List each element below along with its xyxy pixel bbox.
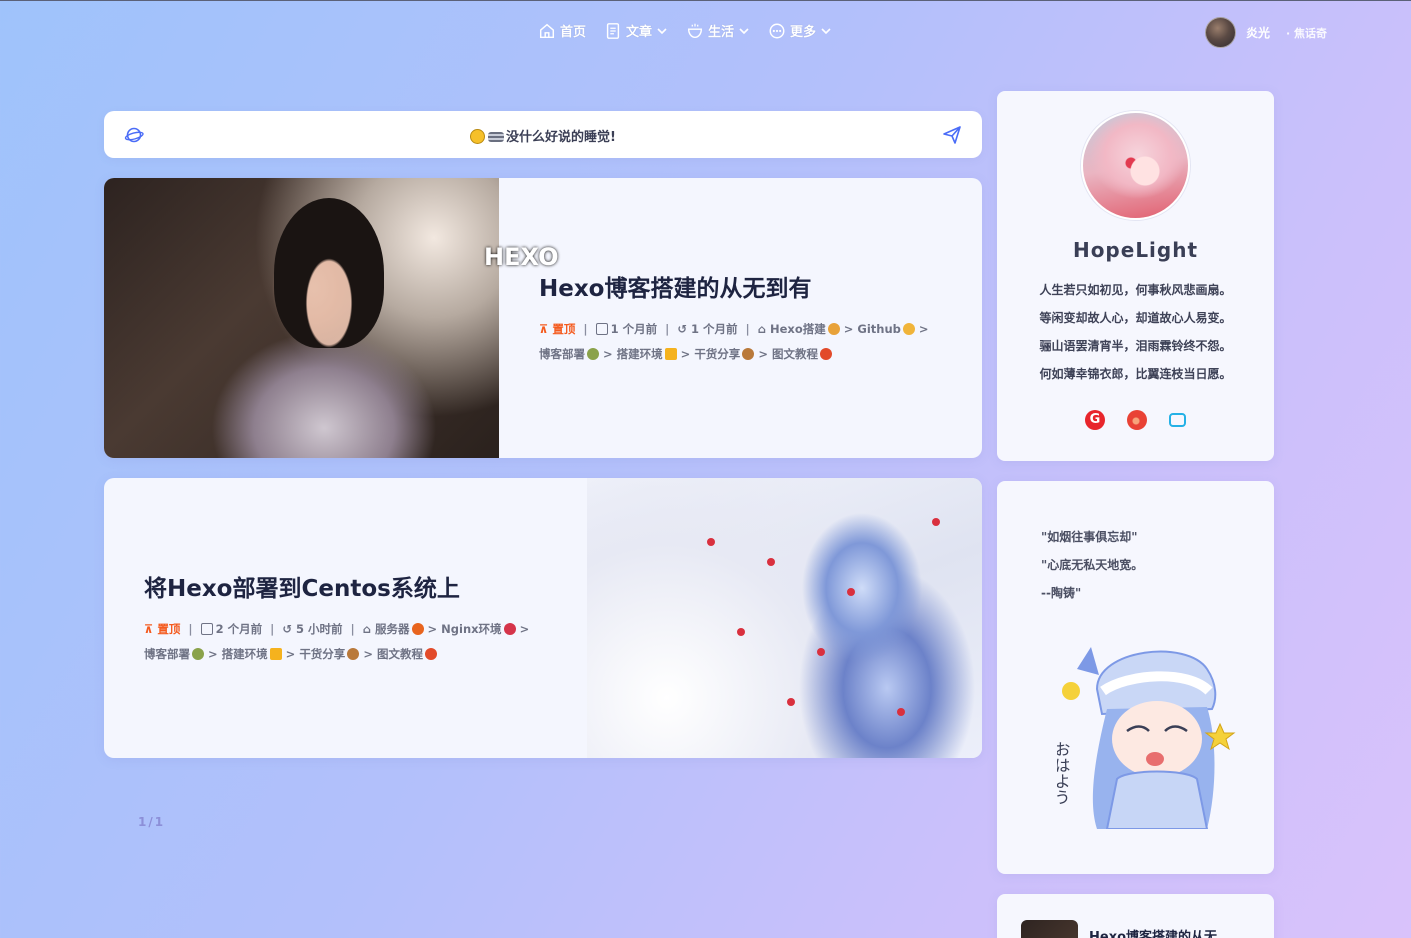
tag-link[interactable]: 图文教程 <box>772 347 818 361</box>
social-links <box>997 410 1274 430</box>
nav-item-life[interactable]: 生活 <box>686 21 750 40</box>
tag-link[interactable]: 干货分享 <box>299 647 345 661</box>
nav-menu: 首页 文章 生活 更多 <box>538 21 832 40</box>
author-name: HopeLight <box>1072 238 1199 262</box>
post-title[interactable]: 将Hexo部署到Centos系统上 <box>144 569 554 603</box>
shuoshuo-label: 没什么好说的睡觉! <box>506 130 616 145</box>
zzz-icon <box>488 132 505 142</box>
nav-item-articles[interactable]: 文章 <box>604 21 668 40</box>
calendar-icon <box>595 323 608 335</box>
nav-item-label: 更多 <box>790 25 817 40</box>
nav-item-more[interactable]: 更多 <box>768 21 832 40</box>
top-navbar: 首页 文章 生活 更多 炎光 · 焦话奇 <box>0 0 1411 62</box>
created-date: 1 个月前 <box>610 322 658 336</box>
shuoshuo-bar[interactable]: 没什么好说的睡觉! <box>104 111 982 158</box>
nav-item-home[interactable]: 首页 <box>538 21 586 40</box>
avatar[interactable] <box>1205 17 1236 48</box>
potato-icon <box>742 348 755 360</box>
post-info: Hexo博客搭建的从无到有 ⊼ 置顶 | 1 个月前 | ↺ 1 个月前 | ⌂… <box>539 178 949 458</box>
nav-user[interactable]: 炎光 · 焦话奇 <box>1205 17 1327 48</box>
author-card: HopeLight 人生若只如初见，何事秋风悲画扇。 等闲变却故人心，却道故心人… <box>997 91 1274 461</box>
nav-item-label: 生活 <box>708 25 735 40</box>
tag-link[interactable]: 搭建环境 <box>222 647 268 661</box>
folder-icon: ⌂ <box>757 322 766 336</box>
gitee-icon[interactable] <box>1085 410 1105 430</box>
quote-line: "心底无私天地宽。 <box>1041 558 1144 572</box>
chevron-down-icon <box>739 27 749 34</box>
chibi-girl-sticker: おはよう <box>1057 647 1236 829</box>
pepper-icon <box>902 323 915 335</box>
nav-item-label: 首页 <box>560 25 587 40</box>
meat-icon <box>503 623 516 635</box>
pin-icon: ⊼ <box>539 322 549 336</box>
mango-icon <box>192 648 204 660</box>
send-icon[interactable] <box>942 125 962 145</box>
cover-overlay-text: HEXO <box>484 243 559 271</box>
home-icon <box>539 23 555 38</box>
post-meta: ⊼ 置顶 | 1 个月前 | ↺ 1 个月前 | ⌂ Hexo搭建 > Gith… <box>539 322 929 361</box>
pinned-label: 置顶 <box>157 622 181 636</box>
tag-link[interactable]: 博客部署 <box>144 647 190 661</box>
recent-posts-card: Hexo博客搭建的从无 <box>997 894 1274 938</box>
weibo-icon[interactable] <box>1127 410 1147 430</box>
poem-line: 何如薄幸锦衣郎，比翼连枝当日愿。 <box>1039 367 1232 381</box>
poem-line: 骊山语罢清宵半，泪雨霖铃终不怨。 <box>1039 339 1232 353</box>
sleepy-face-icon <box>470 129 486 144</box>
bowl-icon <box>819 348 832 360</box>
pinned-label: 置顶 <box>552 322 576 336</box>
burger-icon <box>827 323 840 335</box>
potato-icon <box>347 648 360 660</box>
post-card[interactable]: 将Hexo部署到Centos系统上 ⊼ 置顶 | 2 个月前 | ↺ 5 小时前… <box>104 478 982 758</box>
history-icon: ↺ <box>282 622 292 636</box>
shuoshuo-text: 没什么好说的睡觉! <box>104 126 982 145</box>
updated-date: 1 个月前 <box>691 322 738 336</box>
tag-link[interactable]: 搭建环境 <box>617 347 663 361</box>
bowl-icon <box>424 648 437 660</box>
post-cover-image[interactable]: HEXO <box>104 178 559 458</box>
recent-post-thumbnail[interactable] <box>1021 920 1078 938</box>
tag-link[interactable]: 博客部署 <box>539 347 585 361</box>
poem-line: 人生若只如初见，何事秋风悲画扇。 <box>1039 283 1232 297</box>
user-name[interactable]: 炎光 <box>1246 24 1270 41</box>
author-description: 人生若只如初见，何事秋风悲画扇。 等闲变却故人心，却道故心人易变。 骊山语罢清宵… <box>997 276 1274 388</box>
post-info: 将Hexo部署到Centos系统上 ⊼ 置顶 | 2 个月前 | ↺ 5 小时前… <box>144 478 554 758</box>
more-icon <box>769 23 785 38</box>
category-link[interactable]: Hexo搭建 <box>770 322 826 336</box>
author-avatar[interactable] <box>1081 111 1190 220</box>
category-link[interactable]: 服务器 <box>375 622 410 636</box>
category-link[interactable]: Github <box>857 322 900 336</box>
pagination[interactable]: 1/1 <box>138 815 165 829</box>
calendar-icon <box>200 623 213 635</box>
tag-link[interactable]: 图文教程 <box>377 647 423 661</box>
chevron-down-icon <box>821 27 831 34</box>
chevron-down-icon <box>657 27 667 34</box>
box-icon <box>664 348 677 360</box>
mango-icon <box>587 348 599 360</box>
history-icon: ↺ <box>677 322 687 336</box>
tag-link[interactable]: 干货分享 <box>694 347 740 361</box>
post-card[interactable]: HEXO Hexo博客搭建的从无到有 ⊼ 置顶 | 1 个月前 | ↺ 1 个月… <box>104 178 982 458</box>
quote-line: "如烟往事俱忘却" <box>1041 530 1138 544</box>
carrot-icon <box>411 623 424 635</box>
box-icon <box>269 648 282 660</box>
folder-icon: ⌂ <box>362 622 371 636</box>
article-icon <box>606 22 620 39</box>
user-subtitle: · 焦话奇 <box>1286 26 1328 40</box>
life-icon <box>688 23 703 38</box>
category-link[interactable]: Nginx环境 <box>441 622 501 636</box>
nav-item-label: 文章 <box>626 25 653 40</box>
recent-post-title[interactable]: Hexo博客搭建的从无 <box>1089 926 1217 938</box>
poem-line: 等闲变却故人心，却道故心人易变。 <box>1039 311 1232 325</box>
sticker-text: おはよう <box>1057 741 1071 805</box>
quote-text: "如烟往事俱忘却" "心底无私天地宽。 --陶铸" <box>1041 523 1143 607</box>
quote-line: --陶铸" <box>1041 586 1082 600</box>
post-title[interactable]: Hexo博客搭建的从无到有 <box>539 269 949 303</box>
post-cover-image[interactable] <box>587 478 982 758</box>
pin-icon: ⊼ <box>144 622 154 636</box>
quote-card: "如烟往事俱忘却" "心底无私天地宽。 --陶铸" おはよう <box>997 481 1274 874</box>
post-meta: ⊼ 置顶 | 2 个月前 | ↺ 5 小时前 | ⌂ 服务器 > Nginx环境… <box>144 622 530 661</box>
bilibili-icon[interactable] <box>1169 413 1186 427</box>
created-date: 2 个月前 <box>215 622 263 636</box>
updated-date: 5 小时前 <box>296 622 343 636</box>
